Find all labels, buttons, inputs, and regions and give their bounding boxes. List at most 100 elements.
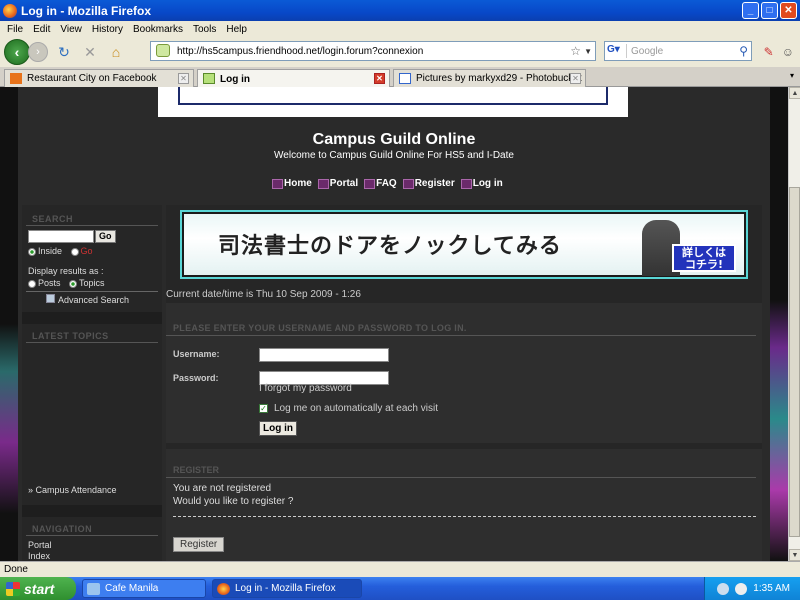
search-icon[interactable]: ⚲ xyxy=(739,44,748,58)
topics-label: Topics xyxy=(79,278,105,288)
portal-nav-icon xyxy=(317,178,329,189)
nav-label: Log in xyxy=(472,178,503,189)
register-line2: Would you like to register ? xyxy=(173,496,294,507)
clock: 1:35 AM xyxy=(753,583,790,594)
main-content: 司法書士のドアをノックしてみる 詳しくは コチラ! Current date/ti… xyxy=(166,205,762,561)
reload-icon[interactable]: ↻ xyxy=(54,42,74,62)
scroll-up-icon[interactable]: ▲ xyxy=(789,87,800,99)
google-icon[interactable]: G▾ xyxy=(607,44,627,58)
google-radio[interactable] xyxy=(70,247,79,256)
ad-button[interactable]: 詳しくは コチラ! xyxy=(672,244,736,272)
menu-edit[interactable]: Edit xyxy=(28,24,55,35)
page-viewport: Campus Guild Online Welcome to Campus Gu… xyxy=(0,87,788,561)
current-datetime: Current date/time is Thu 10 Sep 2009 - 1… xyxy=(166,289,361,300)
start-button[interactable]: start xyxy=(0,577,76,600)
tab-label: Pictures by markyxd29 - Photobucket xyxy=(416,73,582,84)
remember-me-label: Log me on automatically at each visit xyxy=(274,403,438,414)
nav-label: Portal xyxy=(329,178,359,189)
scroll-thumb[interactable] xyxy=(789,187,800,537)
tab-log-in[interactable]: Log in ✕ xyxy=(197,69,390,88)
tab-label: Restaurant City on Facebook xyxy=(27,73,157,84)
remember-me-checkbox[interactable]: ✓ xyxy=(259,404,268,413)
nav-home-link[interactable]: Home xyxy=(272,178,312,189)
menu-history[interactable]: History xyxy=(87,24,128,35)
url-dropdown-icon[interactable]: ▼ xyxy=(584,47,592,56)
latest-topic-link[interactable]: » Campus Attendance xyxy=(22,485,162,495)
username-label: Username: xyxy=(173,349,220,359)
nav-index-item[interactable]: Index xyxy=(22,551,162,561)
addon-icon[interactable]: ✎ xyxy=(764,45,774,59)
forgot-password-link[interactable]: I forgot my password xyxy=(259,383,352,394)
task-firefox[interactable]: Log in - Mozilla Firefox xyxy=(212,579,362,598)
password-label: Password: xyxy=(173,373,219,383)
url-bar[interactable]: http://hs5campus.friendhood.net/login.fo… xyxy=(150,41,596,61)
search-input[interactable]: G▾ Google ⚲ xyxy=(604,41,752,61)
tab-strip: Restaurant City on Facebook ✕ Log in ✕ P… xyxy=(0,67,800,88)
stop-icon[interactable]: ✕ xyxy=(80,42,100,62)
nav-register-link[interactable]: Register xyxy=(402,178,455,189)
minimize-button[interactable]: _ xyxy=(742,2,759,19)
nav-login-link[interactable]: Log in xyxy=(460,178,503,189)
menu-file[interactable]: File xyxy=(2,24,28,35)
tab-close-icon[interactable]: ✕ xyxy=(570,73,581,84)
tab-close-icon[interactable]: ✕ xyxy=(374,73,385,84)
forum-page: Campus Guild Online Welcome to Campus Gu… xyxy=(18,87,770,561)
menu-help[interactable]: Help xyxy=(221,24,252,35)
task-cafe-manila[interactable]: Cafe Manila xyxy=(82,579,206,598)
windows-logo-icon xyxy=(6,581,20,596)
menu-bookmarks[interactable]: Bookmarks xyxy=(128,24,188,35)
photobucket-favicon-icon xyxy=(399,73,411,84)
register-nav-icon xyxy=(402,178,414,189)
home-icon[interactable]: ⌂ xyxy=(106,42,126,62)
taskbar: start Cafe Manila Log in - Mozilla Firef… xyxy=(0,577,800,600)
tab-list-icon[interactable]: ▾ xyxy=(790,71,794,80)
window-titlebar: Log in - Mozilla Firefox _ □ ✕ xyxy=(0,0,800,21)
register-panel: REGISTER You are not registered Would yo… xyxy=(166,449,762,561)
display-results-label: Display results as : xyxy=(28,266,104,276)
login-button[interactable]: Log in xyxy=(259,421,297,436)
volume-icon[interactable] xyxy=(735,582,748,595)
ad-text: 司法書士のドアをノックしてみる xyxy=(218,234,562,259)
menu-view[interactable]: View xyxy=(55,24,87,35)
start-label: start xyxy=(24,580,55,597)
vertical-scrollbar[interactable]: ▲ ▼ xyxy=(788,87,800,561)
topics-radio[interactable] xyxy=(69,279,78,288)
bookmark-star-icon[interactable]: ☆ xyxy=(570,44,581,58)
tab-restaurant-city[interactable]: Restaurant City on Facebook ✕ xyxy=(4,69,194,87)
tab-photobucket[interactable]: Pictures by markyxd29 - Photobucket ✕ xyxy=(393,69,586,87)
sidebar-search-input[interactable] xyxy=(28,230,94,243)
advanced-search-link[interactable]: Advanced Search xyxy=(58,295,129,305)
nav-faq-link[interactable]: FAQ xyxy=(364,178,397,189)
nav-portal-link[interactable]: Portal xyxy=(317,178,359,189)
home-nav-icon xyxy=(272,178,283,189)
close-button[interactable]: ✕ xyxy=(780,2,797,19)
register-line1: You are not registered xyxy=(173,483,272,494)
nav-portal-item[interactable]: Portal xyxy=(22,540,162,550)
google-logo-icon: Go xyxy=(80,246,93,256)
tab-close-icon[interactable]: ✕ xyxy=(178,73,189,84)
posts-radio[interactable] xyxy=(28,279,36,288)
forum-favicon-icon xyxy=(203,73,215,84)
register-button[interactable]: Register xyxy=(173,537,225,552)
posts-label: Posts xyxy=(38,278,61,288)
forward-button[interactable]: › xyxy=(28,42,48,62)
menu-tools[interactable]: Tools xyxy=(188,24,221,35)
addon2-icon[interactable]: ☺ xyxy=(782,45,794,59)
navigation-toolbar: ‹ › ↻ ✕ ⌂ http://hs5campus.friendhood.ne… xyxy=(0,37,800,67)
inside-label: Inside xyxy=(38,246,63,256)
username-field[interactable] xyxy=(259,348,389,362)
navigation-heading: NAVIGATION xyxy=(26,521,158,536)
back-button[interactable]: ‹ xyxy=(4,39,30,65)
inside-radio[interactable] xyxy=(28,247,36,256)
maximize-button[interactable]: □ xyxy=(761,2,778,19)
status-text: Done xyxy=(4,564,28,575)
window-icon xyxy=(87,583,100,595)
firefox-icon xyxy=(217,583,230,595)
search-go-button[interactable]: Go xyxy=(95,230,116,243)
ad-banner[interactable]: 司法書士のドアをノックしてみる 詳しくは コチラ! xyxy=(180,210,748,279)
search-heading: SEARCH xyxy=(26,211,158,226)
scroll-down-icon[interactable]: ▼ xyxy=(789,549,800,561)
site-favicon xyxy=(156,44,170,57)
window-title: Log in - Mozilla Firefox xyxy=(21,3,151,18)
network-icon[interactable] xyxy=(717,582,730,595)
